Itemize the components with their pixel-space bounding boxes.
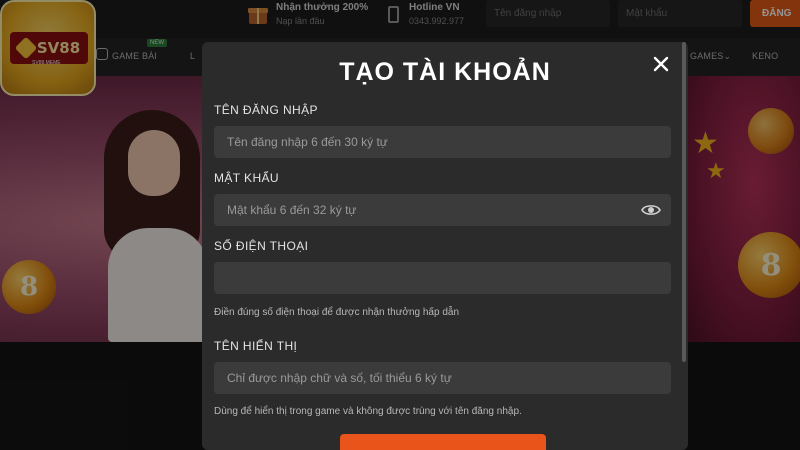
display-name-label: TÊN HIỂN THỊ	[214, 339, 298, 353]
submit-button[interactable]	[340, 434, 546, 450]
modal-title: TẠO TÀI KHOẢN	[339, 58, 551, 86]
phone-input[interactable]	[214, 262, 671, 294]
password-input[interactable]	[214, 194, 671, 226]
close-button[interactable]	[650, 53, 672, 75]
eye-icon[interactable]	[641, 201, 661, 219]
phone-label: SỐ ĐIỆN THOẠI	[214, 239, 309, 253]
display-name-hint: Dùng để hiển thị trong game và không đượ…	[214, 406, 522, 417]
display-name-input[interactable]	[214, 362, 671, 394]
username-label: TÊN ĐĂNG NHẬP	[214, 103, 318, 117]
phone-hint: Điền đúng số điện thoại để được nhận thư…	[214, 307, 460, 318]
username-input[interactable]	[214, 126, 671, 158]
close-icon	[653, 56, 669, 72]
modal-scrollbar[interactable]	[682, 42, 686, 362]
password-label: MẬT KHẨU	[214, 171, 279, 185]
